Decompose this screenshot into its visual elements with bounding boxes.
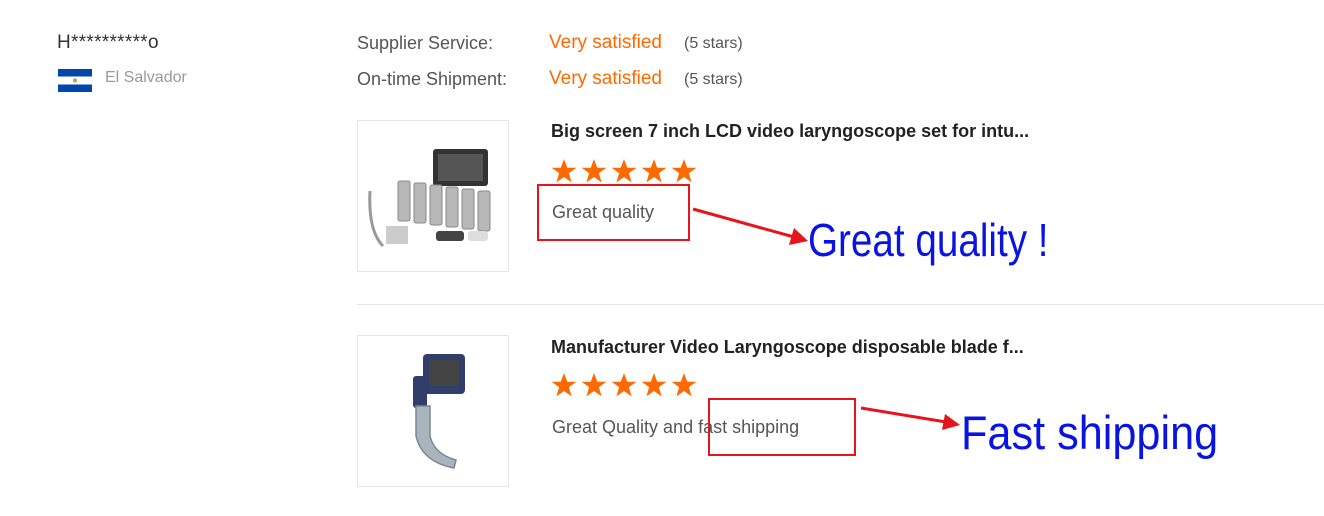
reviewer-name: H**********o bbox=[57, 32, 159, 53]
shipment-value: Very satisfied bbox=[549, 68, 662, 89]
star-icon bbox=[671, 159, 697, 183]
product-thumbnail[interactable] bbox=[357, 120, 509, 272]
star-icon bbox=[641, 373, 667, 397]
video-laryngoscope-image bbox=[413, 354, 465, 469]
annotation-text: Fast shipping bbox=[961, 406, 1219, 459]
product-thumbnail[interactable] bbox=[357, 335, 509, 487]
shipment-label: On-time Shipment: bbox=[357, 69, 508, 89]
star-icon bbox=[551, 373, 577, 397]
el-salvador-flag-icon bbox=[58, 69, 92, 92]
annotation-text: Great quality ! bbox=[808, 214, 1049, 266]
arrow-icon bbox=[692, 207, 808, 245]
arrow-icon bbox=[860, 406, 960, 430]
star-icon bbox=[611, 373, 637, 397]
laryngoscope-set-image bbox=[368, 149, 491, 248]
product-rating-stars bbox=[551, 158, 697, 184]
star-icon bbox=[581, 159, 607, 183]
supplier-service-label: Supplier Service: bbox=[357, 33, 494, 53]
divider bbox=[357, 304, 1324, 305]
shipment-stars: (5 stars) bbox=[684, 71, 743, 88]
supplier-service-value: Very satisfied bbox=[549, 32, 662, 53]
product-rating-stars bbox=[551, 372, 697, 398]
product-title[interactable]: Manufacturer Video Laryngoscope disposab… bbox=[551, 337, 1024, 358]
star-icon bbox=[581, 373, 607, 397]
star-icon bbox=[551, 159, 577, 183]
star-icon bbox=[611, 159, 637, 183]
star-icon bbox=[671, 373, 697, 397]
highlight-box bbox=[708, 398, 856, 456]
product-title[interactable]: Big screen 7 inch LCD video laryngoscope… bbox=[551, 121, 1029, 142]
reviewer-country: El Salvador bbox=[105, 69, 187, 86]
star-icon bbox=[641, 159, 667, 183]
supplier-service-stars: (5 stars) bbox=[684, 35, 743, 52]
highlight-box bbox=[537, 184, 690, 241]
